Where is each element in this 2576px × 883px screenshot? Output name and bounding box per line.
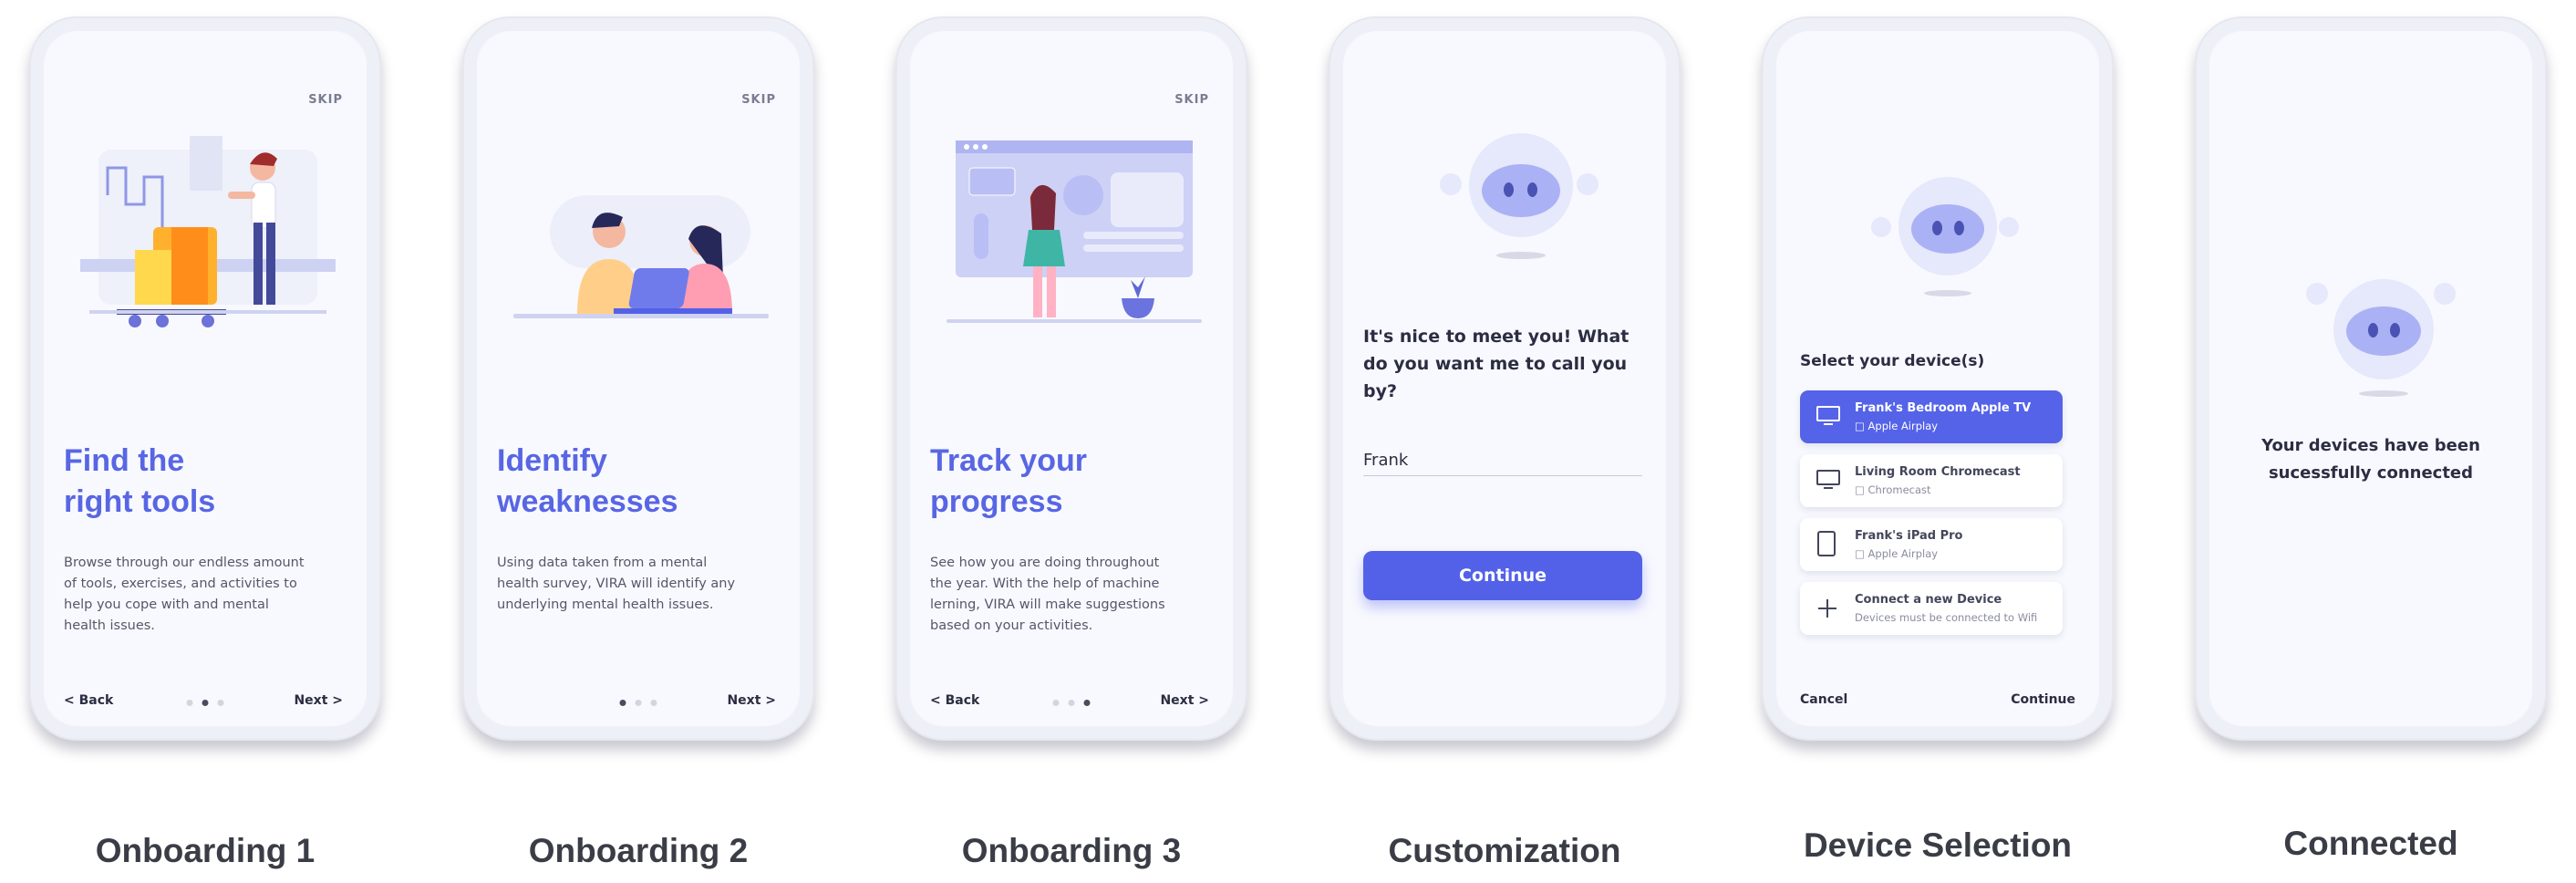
- continue-button[interactable]: Continue: [2011, 692, 2075, 707]
- device-type: □ Apple Airplay: [1855, 547, 1938, 560]
- device-option-living-room-chromecast[interactable]: Living Room Chromecast □ Chromecast: [1800, 454, 2063, 507]
- caption-onboarding-2: Onboarding 2: [528, 832, 749, 869]
- device-name: Living Room Chromecast: [1855, 465, 2021, 479]
- device-name: Connect a new Device: [1855, 593, 2002, 607]
- robot-eye: [1932, 221, 1942, 235]
- cast-icon: □: [1855, 420, 1868, 432]
- robot-face: [1482, 164, 1560, 217]
- screen-onboarding-1: SKIP Find the right tools Browse through…: [44, 31, 367, 726]
- phone-onboarding-2: SKIP Identify weaknesses Using data take…: [462, 16, 814, 741]
- device-type-label: Chromecast: [1867, 483, 1931, 496]
- device-name: Frank's Bedroom Apple TV: [1855, 401, 2032, 415]
- device-type-label: Apple Airplay: [1867, 420, 1939, 432]
- phone-onboarding-1: SKIP Find the right tools Browse through…: [29, 16, 381, 741]
- robot-eye: [2368, 323, 2378, 338]
- onboarding-description: See how you are doing throughout the yea…: [930, 556, 1165, 633]
- page-dot[interactable]: [186, 700, 193, 706]
- page-dot[interactable]: [635, 700, 642, 706]
- tools-illustration: [80, 136, 336, 327]
- progress-illustration: [947, 140, 1202, 323]
- next-button[interactable]: Next >: [294, 693, 343, 708]
- skip-button[interactable]: SKIP: [1174, 93, 1209, 107]
- screen-onboarding-3: SKIP Track your progress See how you are…: [910, 31, 1233, 726]
- robot-ear: [1999, 217, 2019, 237]
- page-indicator: [186, 700, 224, 706]
- device-type-label: Apple Airplay: [1867, 547, 1939, 560]
- cast-icon: □: [1855, 483, 1868, 496]
- caption-onboarding-1: Onboarding 1: [95, 832, 316, 869]
- device-option-bedroom-apple-tv[interactable]: Frank's Bedroom Apple TV □ Apple Airplay: [1800, 390, 2063, 443]
- screen-connected: Your devices have been sucessfully conne…: [2209, 31, 2532, 726]
- onboarding-description: Browse through our endless amount of too…: [64, 556, 305, 633]
- cancel-button[interactable]: Cancel: [1800, 692, 1847, 707]
- cast-icon: □: [1855, 547, 1868, 560]
- device-option-ipad-pro[interactable]: Frank's iPad Pro □ Apple Airplay: [1800, 518, 2063, 571]
- phone-device-selection: Select your device(s) Frank's Bedroom Ap…: [1762, 16, 2114, 741]
- skip-button[interactable]: SKIP: [741, 93, 776, 107]
- onboarding-heading: Identify weaknesses: [497, 443, 678, 519]
- plus-icon: [1818, 599, 1836, 618]
- robot-ear: [2306, 283, 2328, 305]
- onboarding-description: Using data taken from a mental health su…: [497, 556, 736, 612]
- tv-icon: [1816, 406, 1840, 425]
- robot-ear: [1440, 173, 1462, 195]
- phone-onboarding-3: SKIP Track your progress See how you are…: [895, 16, 1247, 741]
- phone-connected: Your devices have been sucessfully conne…: [2195, 16, 2547, 741]
- robot-avatar: [2306, 270, 2456, 398]
- robot-shadow: [2359, 390, 2408, 397]
- caption-customization: Customization: [1388, 832, 1621, 869]
- select-device-title: Select your device(s): [1800, 352, 1985, 370]
- device-type: □ Apple Airplay: [1855, 420, 1938, 432]
- screen-onboarding-2: SKIP Identify weaknesses Using data take…: [477, 31, 800, 726]
- robot-shadow: [1496, 252, 1546, 259]
- robot-eye: [2390, 323, 2400, 338]
- caption-device-selection: Device Selection: [1803, 826, 2073, 864]
- page-dot[interactable]: [650, 700, 657, 706]
- onboarding-heading: Track your progress: [930, 443, 1087, 519]
- skip-button[interactable]: SKIP: [308, 93, 343, 107]
- name-input[interactable]: [1363, 447, 1642, 476]
- next-button[interactable]: Next >: [1160, 693, 1209, 708]
- robot-eye: [1527, 182, 1537, 197]
- onboarding-heading: Find the right tools: [64, 443, 216, 519]
- device-hint: Devices must be connected to Wifi: [1855, 611, 2038, 624]
- robot-face: [1911, 204, 1984, 254]
- page-dot-active[interactable]: [1083, 700, 1091, 706]
- page-dot-active[interactable]: [619, 700, 626, 706]
- continue-button[interactable]: Continue: [1363, 551, 1642, 600]
- page-indicator: [619, 700, 657, 706]
- page-dot[interactable]: [217, 700, 224, 706]
- robot-ear: [2434, 283, 2456, 305]
- name-question: It's nice to meet you! What do you want …: [1363, 327, 1629, 401]
- screen-customization: It's nice to meet you! What do you want …: [1343, 31, 1666, 726]
- page-dot[interactable]: [1052, 700, 1060, 706]
- robot-ear: [1871, 217, 1891, 237]
- robot-avatar: [1871, 177, 2019, 305]
- weaknesses-illustration: [513, 195, 769, 318]
- connected-message: Your devices have been sucessfully conne…: [2261, 436, 2480, 483]
- robot-ear: [1577, 173, 1598, 195]
- robot-face: [2346, 306, 2421, 356]
- screen-device-selection: Select your device(s) Frank's Bedroom Ap…: [1776, 31, 2099, 726]
- page-dot-active[interactable]: [202, 700, 209, 706]
- robot-eye: [1504, 182, 1514, 197]
- caption-connected: Connected: [2283, 825, 2458, 862]
- phone-customization: It's nice to meet you! What do you want …: [1329, 16, 1681, 741]
- caption-onboarding-3: Onboarding 3: [961, 832, 1182, 869]
- back-button[interactable]: < Back: [64, 693, 113, 708]
- page-indicator: [1052, 700, 1091, 706]
- robot-eye: [1954, 221, 1964, 235]
- device-name: Frank's iPad Pro: [1855, 529, 1963, 543]
- connect-new-device-button[interactable]: Connect a new Device Devices must be con…: [1800, 582, 2063, 635]
- back-button[interactable]: < Back: [930, 693, 979, 708]
- tv-icon: [1816, 470, 1840, 489]
- robot-avatar: [1440, 133, 1598, 261]
- robot-shadow: [1924, 290, 1971, 296]
- page-dot[interactable]: [1068, 700, 1075, 706]
- next-button[interactable]: Next >: [727, 693, 776, 708]
- tablet-icon: [1817, 531, 1836, 556]
- device-type: □ Chromecast: [1855, 483, 1931, 496]
